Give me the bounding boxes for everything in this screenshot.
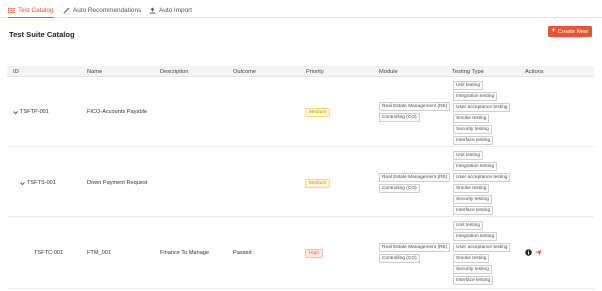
tab-label: Auto Import (159, 7, 193, 14)
module-tag: Controlling (CO) (379, 113, 420, 122)
testing-type-tag: Security testing (453, 125, 492, 134)
table-header: ID Name Description Outcome Priority Mod… (7, 66, 594, 77)
testing-type-tag: Security testing (453, 195, 492, 204)
module-tag: Real Estate Management (RE) (379, 173, 451, 182)
page-title: Test Suite Catalog (9, 30, 75, 39)
send-icon[interactable] (535, 249, 542, 256)
column-header-id: ID (13, 68, 19, 75)
upload-icon (149, 7, 156, 14)
chevron-down-icon[interactable] (13, 110, 18, 115)
testing-type-tag: Smoke testing (453, 114, 490, 123)
info-icon[interactable] (525, 249, 532, 256)
list-icon (8, 7, 15, 13)
row-id: TSFTP-001 (20, 109, 49, 115)
testing-type-tag: Interface testing (453, 206, 494, 215)
tab-label: Test Catalog (18, 6, 54, 14)
testing-type-tag: Integration testing (453, 92, 498, 101)
create-new-button[interactable]: + Create New (548, 26, 592, 37)
column-header-description: Description (160, 68, 189, 75)
column-header-module: Module (379, 68, 398, 75)
testing-type-tag: User acceptance testing (453, 103, 511, 112)
tab-label: Auto Recommendations (73, 7, 142, 14)
column-header-name: Name (87, 68, 103, 75)
row-name: Down Payment Request (87, 180, 148, 186)
testing-type-tag: Unit testing (453, 151, 483, 160)
testing-type-tag: Interface testing (453, 276, 494, 285)
testing-type-tag: Unit testing (453, 221, 483, 230)
testing-type-tag: User acceptance testing (453, 173, 511, 182)
column-header-actions: Actions (525, 68, 544, 75)
magic-wand-icon (63, 7, 70, 14)
tab-bar: Test Catalog Auto Recommendations Auto I… (0, 0, 602, 18)
table-row[interactable]: TSFTP-001 FICO-Accounts Payable Medium R… (7, 77, 594, 147)
chevron-down-icon[interactable] (20, 181, 25, 186)
row-name: FTM_001 (87, 250, 111, 256)
module-tag: Real Estate Management (RE) (379, 243, 451, 252)
module-tag: Controlling (CO) (379, 254, 420, 263)
plus-icon: + (551, 27, 556, 35)
row-outcome: Passed (233, 250, 252, 256)
row-name: FICO-Accounts Payable (87, 109, 148, 115)
testing-type-tag: Smoke testing (453, 254, 490, 263)
tab-test-catalog[interactable]: Test Catalog (8, 3, 54, 18)
create-new-label: Create New (557, 28, 589, 35)
row-description: Finance To Manage (160, 250, 210, 256)
table-row[interactable]: TSFTC-001 FTM_001 Finance To Manage Pass… (7, 217, 594, 289)
priority-badge: Medium (305, 179, 331, 188)
testing-type-tag: Integration testing (453, 232, 498, 241)
module-tag: Controlling (CO) (379, 184, 420, 193)
testing-type-tag: Smoke testing (453, 184, 490, 193)
table-row[interactable]: TSFTS-001 Down Payment Request Medium Re… (7, 147, 594, 217)
row-id: TSFTS-001 (27, 180, 56, 186)
testing-type-tag: User acceptance testing (453, 243, 511, 252)
testing-type-tag: Integration testing (453, 162, 498, 171)
column-header-testing-type: Testing Type (452, 68, 484, 75)
testing-type-tag: Unit testing (453, 81, 483, 90)
testing-type-tag: Security testing (453, 265, 492, 274)
test-suite-table: ID Name Description Outcome Priority Mod… (7, 66, 594, 291)
testing-type-tag: Interface testing (453, 136, 494, 145)
module-tag: Real Estate Management (RE) (379, 102, 451, 111)
column-header-outcome: Outcome (233, 68, 257, 75)
tab-auto-import[interactable]: Auto Import (149, 3, 192, 18)
column-header-priority: Priority (306, 68, 324, 75)
priority-badge: Medium (305, 108, 331, 117)
priority-badge: High (305, 249, 324, 258)
row-id: TSFTC-001 (34, 250, 64, 256)
tab-auto-recommendations[interactable]: Auto Recommendations (63, 3, 141, 18)
